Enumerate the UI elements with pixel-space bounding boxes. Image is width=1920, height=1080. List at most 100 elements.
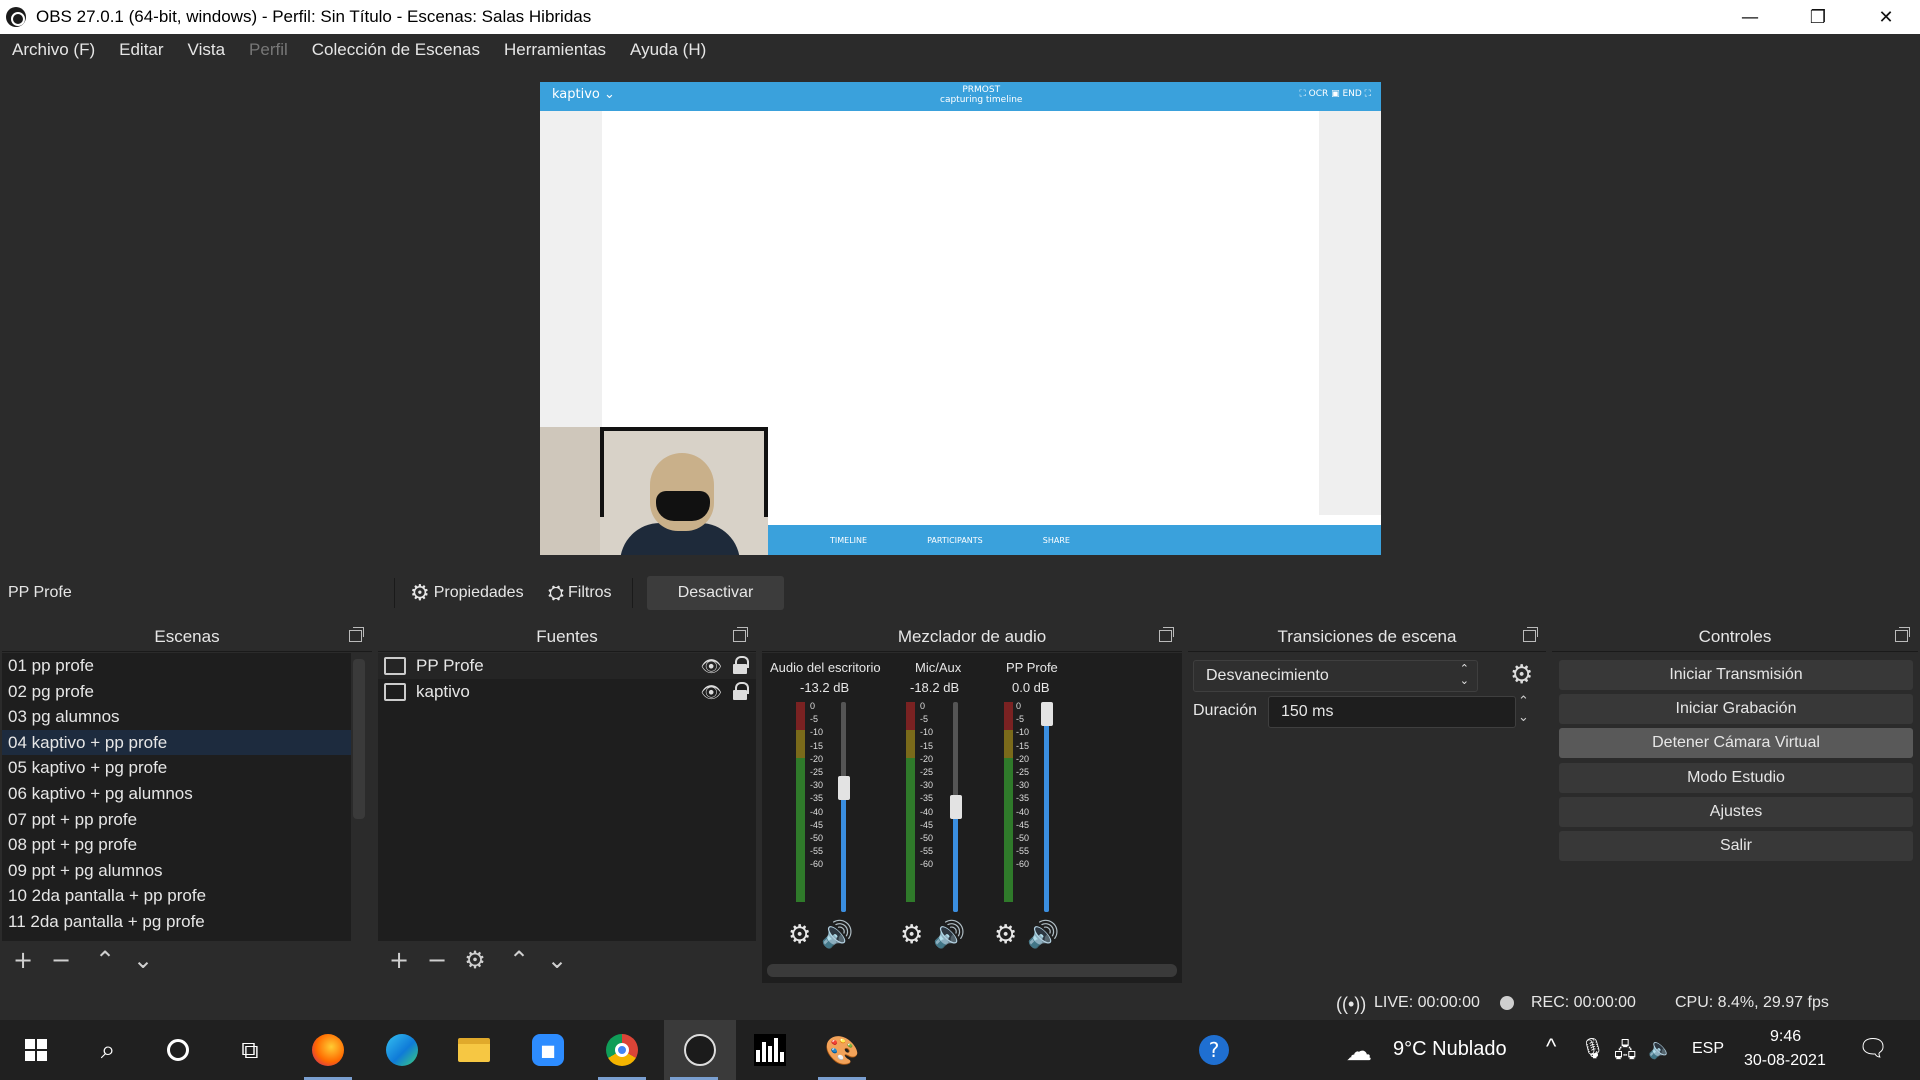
obs-logo-icon [6, 7, 26, 27]
gear-icon[interactable]: ⚙ [994, 920, 1017, 950]
menu-perfil[interactable]: Perfil [249, 40, 288, 60]
task-view-icon[interactable]: ⧉ [220, 1020, 280, 1080]
firefox-icon[interactable] [298, 1020, 358, 1080]
microphone-icon[interactable]: 🎙 [1580, 1036, 1605, 1061]
move-up-button[interactable]: ⌃ [86, 944, 124, 976]
help-icon[interactable]: ? [1184, 1020, 1244, 1080]
scene-item[interactable]: 02 pg profe [2, 679, 351, 705]
clock-date[interactable]: 30-08-2021 [1744, 1052, 1826, 1070]
gear-icon[interactable]: ⚙ [788, 920, 811, 950]
start-recording-button[interactable]: Iniciar Grabación [1559, 694, 1913, 724]
duration-field[interactable]: 150 ms [1268, 696, 1516, 728]
scene-item[interactable]: 10 2da pantalla + pp profe [2, 883, 351, 909]
window-titlebar: OBS 27.0.1 (64-bit, windows) - Perfil: S… [0, 0, 1920, 34]
language-indicator[interactable]: ESP [1692, 1040, 1724, 1058]
visibility-eye-icon[interactable]: 👁 [700, 683, 722, 703]
edge-icon[interactable] [372, 1020, 432, 1080]
undock-icon[interactable] [1895, 627, 1910, 642]
volume-fader[interactable] [838, 776, 850, 801]
cortana-icon[interactable] [148, 1020, 208, 1080]
visibility-eye-icon[interactable]: 👁 [700, 657, 722, 677]
paint-icon[interactable]: 🎨 [812, 1020, 872, 1080]
mixer-horizontal-scrollbar[interactable] [767, 964, 1177, 977]
transition-select[interactable]: Desvanecimiento ⌃ ⌄ [1193, 660, 1478, 692]
notifications-icon[interactable]: 🗨 [1858, 1034, 1888, 1063]
kaptivo-header: kaptivo ⌄ PRMOST capturing timeline ⛶ OC… [540, 82, 1381, 111]
level-meter [906, 702, 915, 902]
menu-vista[interactable]: Vista [188, 40, 226, 60]
scene-item[interactable]: 09 ppt + pg alumnos [2, 858, 351, 884]
remove-scene-button[interactable]: − [42, 944, 80, 976]
transition-settings-gear-icon[interactable]: ⚙ [1510, 660, 1533, 690]
scene-item-selected[interactable]: 04 kaptivo + pp profe [2, 729, 351, 756]
scene-item[interactable]: 06 kaptivo + pg alumnos [2, 781, 351, 807]
lock-icon[interactable] [732, 682, 749, 700]
properties-button[interactable]: ⚙ Propiedades [410, 576, 524, 610]
menu-herramientas[interactable]: Herramientas [504, 40, 606, 60]
undock-icon[interactable] [349, 627, 364, 642]
speaker-icon[interactable]: 🔊 [933, 920, 965, 950]
scene-item[interactable]: 07 ppt + pp profe [2, 807, 351, 833]
menu-editar[interactable]: Editar [119, 40, 163, 60]
volume-fader[interactable] [1041, 702, 1053, 726]
source-item-kaptivo[interactable]: kaptivo 👁 [378, 679, 756, 705]
scene-item[interactable]: 11 2da pantalla + pg profe [2, 909, 351, 935]
maximize-button[interactable]: ❐ [1784, 0, 1852, 34]
scene-item[interactable]: 05 kaptivo + pg profe [2, 755, 351, 781]
undock-icon[interactable] [733, 627, 748, 642]
channel-name: Mic/Aux [915, 660, 962, 675]
start-streaming-button[interactable]: Iniciar Transmisión [1559, 660, 1913, 690]
scene-item[interactable]: 08 ppt + pg profe [2, 832, 351, 858]
network-icon[interactable]: 🖧 [1614, 1036, 1636, 1070]
move-down-button[interactable]: ⌄ [538, 944, 576, 976]
audio-app-icon[interactable] [740, 1020, 800, 1080]
exit-button[interactable]: Salir [1559, 831, 1913, 861]
add-source-button[interactable]: + [380, 944, 418, 976]
chrome-icon[interactable] [592, 1020, 652, 1080]
scenes-scroll-thumb[interactable] [353, 659, 365, 819]
source-item-pp-profe[interactable]: PP Profe 👁 [378, 653, 756, 679]
weather-text[interactable]: 9°C Nublado [1393, 1038, 1507, 1061]
speaker-icon[interactable]: 🔊 [1027, 920, 1059, 950]
channel-db: -18.2 dB [910, 680, 960, 695]
undock-icon[interactable] [1523, 627, 1538, 642]
gear-icon[interactable]: ⚙ [900, 920, 923, 950]
minimize-button[interactable]: — [1716, 0, 1784, 34]
remove-source-button[interactable]: − [418, 944, 456, 976]
menu-coleccion-escenas[interactable]: Colección de Escenas [312, 40, 480, 60]
speaker-icon[interactable]: 🔊 [821, 920, 853, 950]
source-properties-gear-icon[interactable]: ⚙ [456, 944, 494, 976]
close-button[interactable]: ✕ [1852, 0, 1920, 34]
windows-start-icon[interactable] [6, 1020, 66, 1080]
volume-fader[interactable] [950, 795, 962, 819]
scene-item[interactable]: 03 pg alumnos [2, 704, 351, 730]
obs-taskbar-icon[interactable] [664, 1020, 736, 1080]
zoom-icon[interactable]: ■ [518, 1020, 578, 1080]
scenes-title: Escenas [154, 626, 220, 646]
broadcast-icon: ((•)) [1336, 994, 1367, 1014]
studio-mode-button[interactable]: Modo Estudio [1559, 763, 1913, 793]
preview-canvas[interactable]: kaptivo ⌄ PRMOST capturing timeline ⛶ OC… [540, 82, 1381, 555]
search-icon[interactable]: ⌕ [78, 1020, 138, 1080]
file-explorer-icon[interactable] [444, 1020, 504, 1080]
channel-db: 0.0 dB [1012, 680, 1050, 695]
filters-button[interactable]: ⛭ Filtros [548, 576, 612, 610]
menu-ayuda[interactable]: Ayuda (H) [630, 40, 706, 60]
settings-button[interactable]: Ajustes [1559, 797, 1913, 827]
sources-toolbar: + − ⚙ ⌃ ⌄ [380, 944, 576, 976]
move-up-button[interactable]: ⌃ [500, 944, 538, 976]
menu-archivo[interactable]: Archivo (F) [12, 40, 95, 60]
scenes-scrollbar[interactable] [351, 653, 367, 941]
duration-spinner[interactable]: ⌃ ⌄ [1518, 694, 1529, 726]
scene-item[interactable]: 01 pp profe [2, 653, 351, 679]
channel-controls: ⚙ 🔊 [900, 920, 966, 950]
add-scene-button[interactable]: + [4, 944, 42, 976]
stop-virtual-camera-button[interactable]: Detener Cámara Virtual [1559, 728, 1913, 758]
move-down-button[interactable]: ⌄ [124, 944, 162, 976]
volume-icon[interactable]: 🔈 [1648, 1036, 1673, 1061]
chevron-up-icon[interactable]: ^ [1546, 1034, 1556, 1060]
undock-icon[interactable] [1159, 627, 1174, 642]
clock-time[interactable]: 9:46 [1770, 1028, 1801, 1046]
lock-icon[interactable] [732, 656, 749, 674]
deactivate-button[interactable]: Desactivar [647, 576, 784, 610]
